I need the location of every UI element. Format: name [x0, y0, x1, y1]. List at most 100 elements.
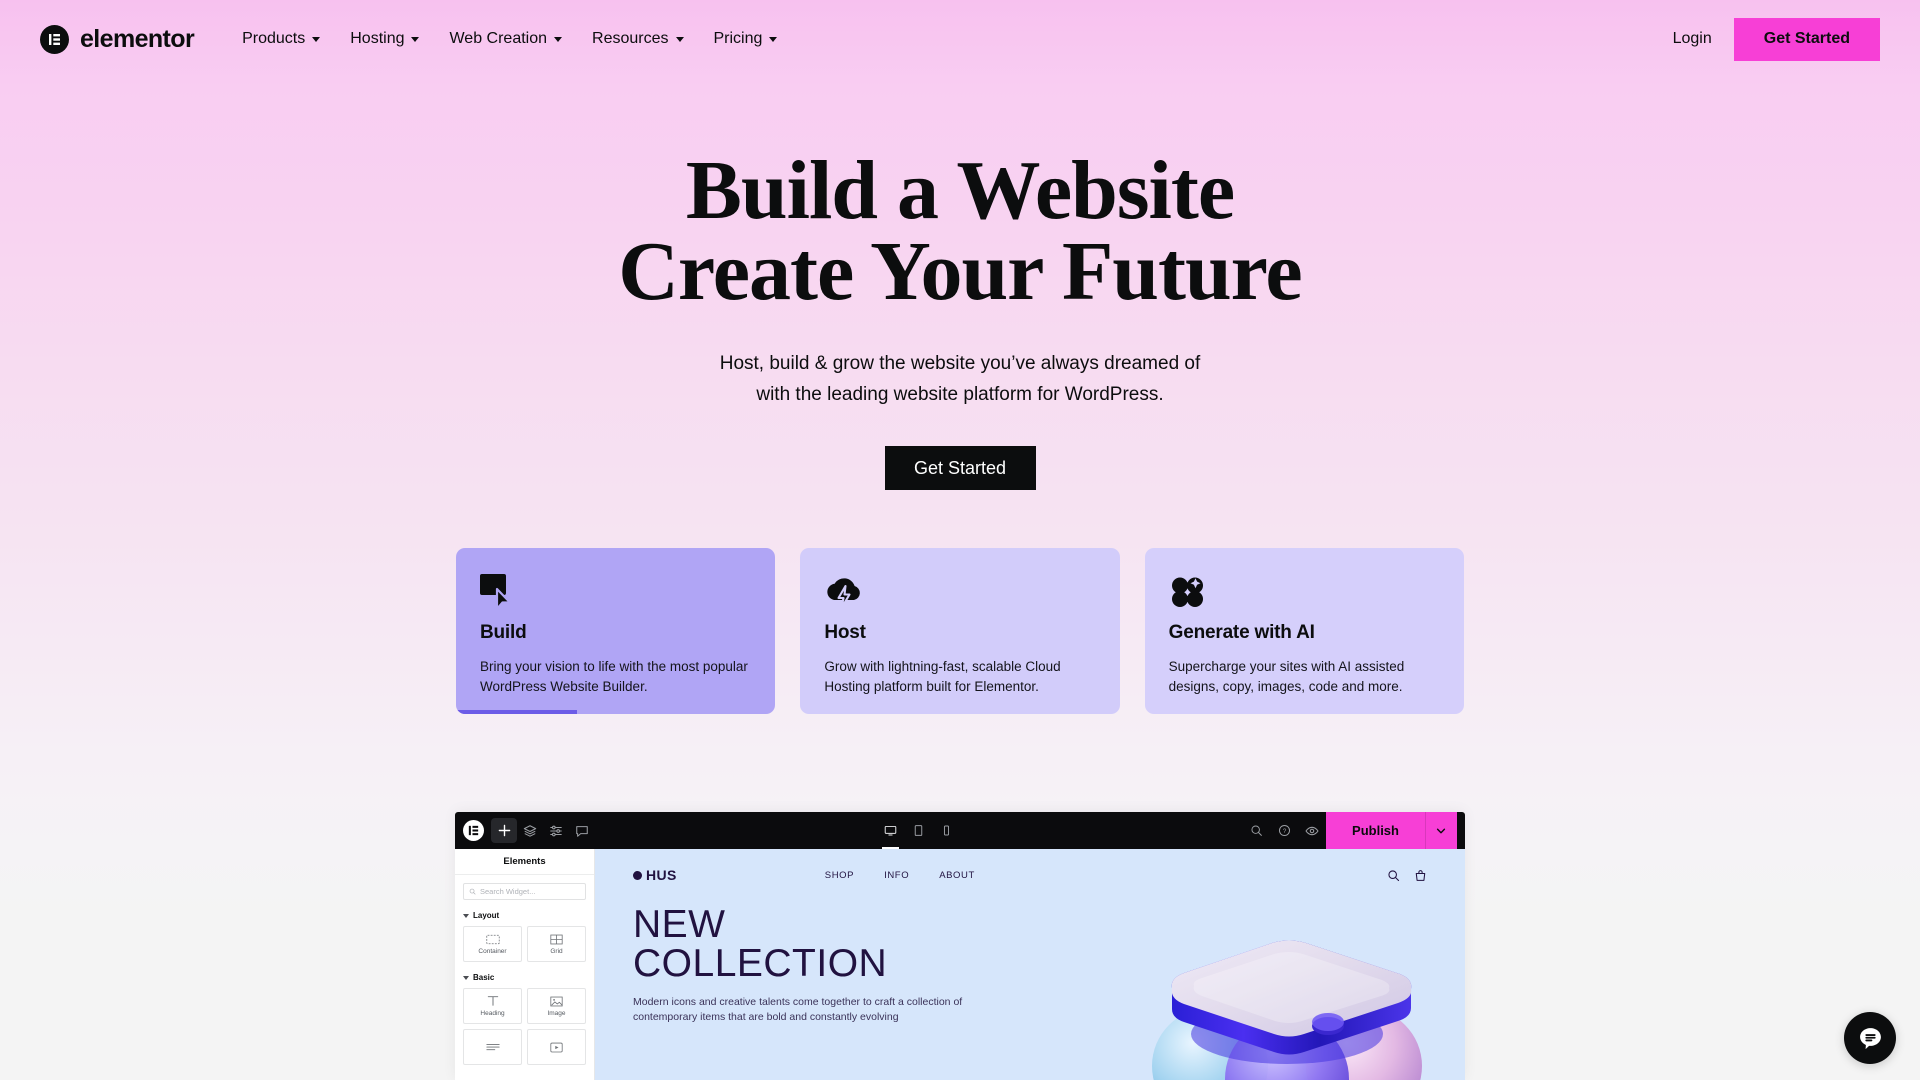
widget-label: Grid [550, 947, 563, 955]
feature-card-title: Host [824, 622, 866, 644]
device-desktop-icon[interactable] [879, 818, 902, 849]
widget-container[interactable]: Container [463, 926, 522, 962]
widget-label: Container [478, 947, 507, 955]
elementor-logo-text: elementor [80, 24, 195, 53]
canvas-nav-shop[interactable]: SHOP [825, 870, 854, 881]
hero-title: Build a Website Create Your Future [0, 149, 1920, 319]
feature-card-title: Build [480, 622, 527, 644]
brand-dot-icon [633, 870, 642, 880]
publish-options-chevron-icon[interactable] [1424, 812, 1457, 849]
header-actions: Login Get Started [1673, 17, 1880, 61]
widget-label: Heading [480, 1010, 505, 1017]
widget-image[interactable]: Image [527, 988, 586, 1024]
feature-card-host[interactable]: Host Grow with lightning-fast, scalable … [800, 548, 1120, 715]
device-mobile-icon[interactable] [935, 818, 958, 843]
site-settings-icon[interactable] [543, 818, 569, 843]
canvas-nav-about[interactable]: ABOUT [939, 870, 975, 881]
device-switcher [879, 818, 958, 849]
build-cursor-icon [480, 574, 751, 614]
canvas-brand-logo: HUS [633, 867, 677, 883]
add-element-button[interactable] [491, 818, 517, 843]
widget-heading[interactable]: Heading [463, 988, 522, 1024]
feature-card-body: Bring your vision to life with the most … [480, 659, 748, 695]
canvas-brand-text: HUS [646, 867, 677, 883]
chevron-down-icon [463, 913, 469, 918]
hero-section: Build a Website Create Your Future Host,… [0, 78, 1920, 491]
hero-title-line1: Build a Website [685, 144, 1235, 237]
widget-label: Image [547, 1009, 566, 1017]
elements-panel-title: Elements [455, 849, 594, 875]
editor-body: Elements Search Widget... Layout Contain… [455, 849, 1465, 1080]
layers-icon[interactable] [517, 818, 543, 843]
nav-item-hosting[interactable]: Hosting [350, 30, 420, 48]
panel-section-label: Layout [473, 911, 500, 920]
ai-sparkle-icon [1169, 574, 1440, 614]
feature-cards: Build Bring your vision to life with the… [456, 548, 1464, 715]
widget-search-placeholder: Search Widget... [480, 887, 536, 896]
canvas-nav-info[interactable]: INFO [884, 870, 909, 881]
canvas-body-line1: Modern icons and creative talents come t… [633, 996, 951, 1008]
canvas-header-icons [1387, 869, 1427, 882]
chat-widget-button[interactable] [1844, 1012, 1896, 1064]
hero-title-line2: Create Your Future [618, 225, 1302, 319]
nav-item-label: Web Creation [449, 30, 548, 47]
nav-item-web-creation[interactable]: Web Creation [449, 30, 563, 48]
panel-section-header[interactable]: Layout [463, 911, 586, 920]
nav-item-label: Hosting [350, 30, 405, 47]
panel-section-layout: Layout Container Grid [455, 911, 594, 962]
device-tablet-icon[interactable] [907, 818, 930, 843]
panel-widget-grid: Heading Image [463, 988, 586, 1065]
publish-button[interactable]: Publish [1326, 812, 1425, 849]
canvas-product-3d-render [1132, 916, 1447, 1080]
panel-widget-grid: Container Grid [463, 926, 586, 962]
container-icon [485, 934, 500, 944]
canvas-nav: SHOP INFO ABOUT [825, 870, 975, 881]
editor-toolbar: ? Publish [455, 812, 1465, 849]
feature-card-build[interactable]: Build Bring your vision to life with the… [456, 548, 776, 715]
text-editor-icon [485, 1043, 500, 1050]
chevron-down-icon [769, 36, 778, 42]
nav-item-label: Products [242, 30, 306, 47]
editor-canvas[interactable]: HUS SHOP INFO ABOUT NEW COLLECTION Moder… [595, 849, 1465, 1080]
feature-card-body: Supercharge your sites with AI assisted … [1168, 659, 1405, 695]
elements-panel: Elements Search Widget... Layout Contain… [455, 849, 595, 1080]
grid-icon [550, 934, 563, 944]
header-get-started-button[interactable]: Get Started [1733, 17, 1880, 61]
panel-section-basic: Basic Heading Image [455, 973, 594, 1065]
login-link[interactable]: Login [1673, 30, 1712, 48]
nav-item-label: Resources [592, 30, 669, 47]
hero-subtitle: Host, build & grow the website you’ve al… [0, 349, 1920, 411]
nav-item-resources[interactable]: Resources [592, 30, 684, 48]
comments-icon[interactable] [569, 818, 595, 843]
editor-toolbar-right: ? Publish [1242, 812, 1457, 849]
search-icon [469, 888, 476, 895]
svg-text:?: ? [1282, 828, 1286, 835]
panel-section-label: Basic [473, 973, 495, 982]
hero-get-started-button[interactable]: Get Started [884, 446, 1036, 491]
hero-subtitle-line1: Host, build & grow the website you’ve al… [719, 352, 1201, 374]
widget-video[interactable] [527, 1029, 586, 1065]
panel-section-header[interactable]: Basic [463, 973, 586, 982]
nav-item-products[interactable]: Products [242, 30, 321, 48]
chevron-down-icon [463, 975, 469, 980]
image-icon [550, 996, 563, 1006]
main-nav: Products Hosting Web Creation Resources … [242, 30, 778, 48]
feature-card-progress-bar [456, 710, 578, 715]
editor-logo-button[interactable] [463, 820, 484, 841]
preview-eye-icon[interactable] [1298, 818, 1326, 843]
elementor-logo-icon [40, 24, 69, 54]
widget-grid[interactable]: Grid [527, 926, 586, 962]
feature-card-body: Grow with lightning-fast, scalable Cloud… [824, 659, 1061, 695]
chevron-down-icon [675, 36, 684, 42]
chevron-down-icon [312, 36, 321, 42]
video-icon [550, 1042, 563, 1052]
widget-text-editor[interactable] [463, 1029, 522, 1065]
nav-item-pricing[interactable]: Pricing [714, 30, 778, 48]
widget-search-input[interactable]: Search Widget... [463, 883, 586, 900]
hero-subtitle-line2: with the leading website platform for Wo… [756, 383, 1164, 405]
help-icon[interactable]: ? [1270, 818, 1298, 843]
search-icon[interactable] [1242, 818, 1270, 843]
elementor-logo[interactable]: elementor [40, 24, 195, 54]
feature-card-generate-with-ai[interactable]: Generate with AI Supercharge your sites … [1144, 548, 1464, 715]
elementor-editor-mockup: ? Publish Elements Search Widget... Layo… [455, 812, 1465, 1080]
